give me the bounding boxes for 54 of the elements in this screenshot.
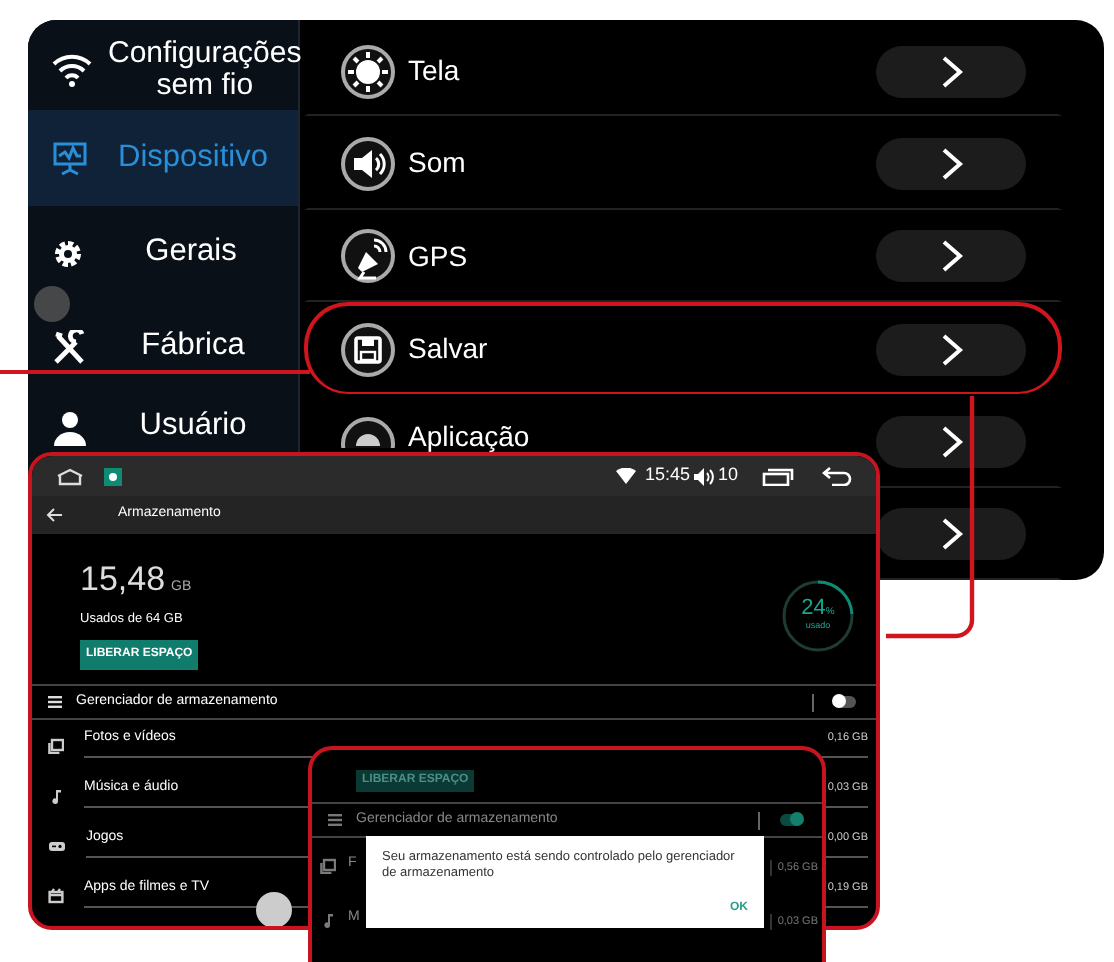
chevron-button[interactable]	[876, 323, 1026, 376]
music-icon	[48, 788, 64, 804]
wifi-icon	[616, 468, 637, 484]
chevron-icon	[939, 425, 963, 458]
chevron-icon	[939, 518, 963, 551]
speaker-icon	[340, 135, 396, 192]
user-icon	[52, 410, 88, 446]
brightness-icon	[340, 43, 396, 100]
chevron-button[interactable]	[876, 45, 1026, 98]
used-amount: 15,48	[80, 558, 166, 602]
chevron-icon	[939, 333, 963, 366]
settings-icon	[52, 237, 84, 269]
chevron-button[interactable]	[876, 137, 1026, 190]
app-icon	[104, 467, 122, 485]
chevron-icon	[939, 240, 963, 273]
menu-label: Aplicação	[408, 422, 530, 451]
touch-indicator	[256, 892, 292, 926]
chevron-button[interactable]	[876, 230, 1026, 283]
menu-label: Tela	[408, 52, 460, 91]
sidebar-item[interactable]: Fábrica	[28, 300, 298, 394]
wifi-icon	[52, 51, 92, 87]
chevron-button[interactable]	[876, 415, 1026, 468]
list-icon	[328, 814, 342, 826]
chevron-icon	[939, 147, 963, 180]
chevron-icon	[939, 55, 963, 88]
back-icon[interactable]	[822, 466, 852, 486]
menu-label: Som	[408, 144, 466, 183]
menu-label: GPS	[408, 237, 468, 276]
floppy-disk-icon	[340, 321, 396, 378]
menu-label: Salvar	[408, 330, 488, 369]
satellite-dish-icon	[340, 228, 396, 285]
usage-percent: 24	[801, 597, 826, 620]
volume-icon	[693, 467, 714, 485]
sidebar-item[interactable]: Gerais	[28, 206, 298, 300]
games-icon	[48, 838, 66, 854]
chevron-button[interactable]	[876, 508, 1026, 561]
photos-icon	[320, 858, 336, 874]
sidebar-item[interactable]: Usuário	[28, 394, 298, 450]
toggle-switch[interactable]	[780, 814, 802, 826]
back-arrow-icon[interactable]	[46, 508, 62, 522]
sidebar-item[interactable]: Configurações sem fio	[28, 20, 298, 110]
movies-icon	[48, 888, 64, 904]
photos-icon	[48, 738, 64, 754]
music-icon	[320, 912, 336, 928]
monitor-icon	[52, 140, 88, 176]
volume-level: 10	[717, 462, 738, 489]
clock-time: 15:45	[644, 462, 690, 489]
sidebar-item[interactable]: Dispositivo	[28, 110, 298, 206]
tools-icon	[52, 329, 88, 365]
recent-apps-icon[interactable]	[762, 467, 794, 485]
touch-indicator	[34, 286, 70, 322]
home-icon[interactable]	[56, 467, 84, 485]
list-icon	[48, 696, 62, 708]
toggle-switch[interactable]	[834, 696, 856, 708]
